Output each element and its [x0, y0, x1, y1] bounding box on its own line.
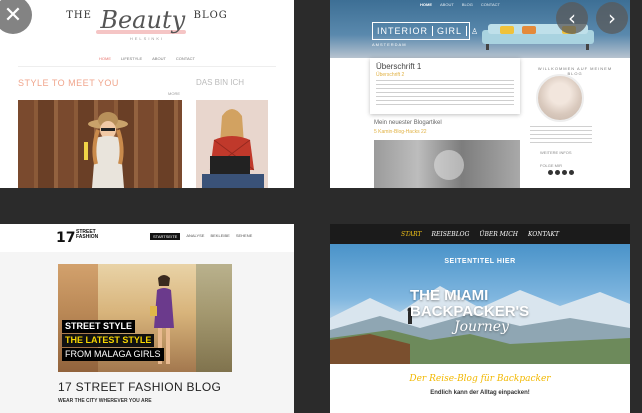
card-subheading: Überschrift 2	[376, 72, 405, 78]
hero-title-line-1: THE MIAMI	[410, 287, 489, 304]
tagline-area: Der Reise-Blog für Backpacker Endlich ka…	[330, 364, 630, 413]
sidebar-label: WILLKOMMEN AUF MEINEM BLOG	[530, 66, 620, 76]
hero-title-line-2: BACKPACKER'S	[410, 303, 530, 320]
nav-item-blog: BLOG	[461, 2, 473, 7]
blog-title: 17 STREET FASHION BLOG	[58, 380, 222, 394]
more-link: MORE	[168, 91, 180, 96]
logo-the: THE	[66, 10, 92, 21]
sidebar-welcome: WILLKOMMEN AUF MEINEM BLOG	[537, 66, 613, 76]
section-heading-left: STYLE TO MEET YOU	[18, 78, 119, 88]
nav-item-reiseblog: REISEBLOG	[431, 230, 470, 238]
nav-menu: HOME LIFESTYLE ABOUT CONTACT	[0, 56, 294, 61]
tagline: HELSINKI	[129, 36, 165, 41]
blog-subtitle: WEAR THE CITY WHEREVER YOU ARE	[58, 398, 152, 404]
nav-item-4: SEHENE	[235, 233, 253, 238]
chevron-right-icon[interactable]: ›	[596, 2, 628, 34]
thumbnail-street-fashion[interactable]: 17 STREET FASHION STARTSEITE ANALYSE BEK…	[0, 224, 294, 413]
tagline-bold: Endlich kann der Alltag einpacken!	[430, 390, 530, 396]
nav-item-about: ABOUT	[152, 56, 166, 61]
post-photo	[374, 140, 520, 188]
social-icon	[555, 170, 560, 175]
banner-tag-street-style: STREET STYLE	[62, 320, 136, 333]
brand-logo: INTERIOR GIRL ♙	[372, 22, 478, 40]
woman-with-hat-illustration	[84, 112, 128, 188]
social-icon	[562, 170, 567, 175]
banner-tag-latest-style: THE LATEST STYLE	[62, 334, 155, 347]
brand-subtitle: AMSTERDAM	[372, 42, 407, 47]
photo-woman-laptop	[196, 100, 268, 188]
logo-text: STREET FASHION	[76, 229, 99, 240]
nav-item-3: BEKLEIBE	[210, 233, 230, 238]
thumbnail-miami-backpacker[interactable]: START REISEBLOG ÜBER MICH KONTAKT SEITEN…	[330, 224, 630, 413]
nav-item-start: STARTSEITE	[150, 233, 181, 240]
thumbnail-beauty-blog[interactable]: THE Beauty BLOG HELSINKI HOME LIFESTYLE …	[0, 0, 294, 188]
nav-item-home: HOME	[99, 56, 112, 61]
chevron-left-icon[interactable]: ‹	[556, 2, 588, 34]
content-card: Überschrift 1 Überschrift 2	[370, 58, 520, 114]
tagline-script: Der Reise-Blog für Backpacker	[409, 374, 551, 384]
page-title: SEITENTITEL HIER	[444, 258, 516, 265]
image-grid: THE Beauty BLOG HELSINKI HOME LIFESTYLE …	[0, 0, 642, 413]
person-icon: ♙	[471, 26, 480, 36]
card-heading: Überschrift 1	[376, 62, 422, 71]
divider	[18, 66, 276, 67]
brand-interior: INTERIOR	[373, 26, 434, 36]
logo-beauty: Beauty	[100, 6, 186, 34]
avatar	[536, 74, 584, 122]
social-icon	[548, 170, 553, 175]
logo-number: 17	[56, 230, 76, 246]
top-nav: HOME ABOUT BLOG CONTACT	[420, 2, 500, 7]
hero-title-script: Journey	[454, 319, 509, 335]
social-icon	[569, 170, 574, 175]
nav-item-kontakt: KONTAKT	[528, 230, 559, 238]
nav-item-start: START	[401, 230, 422, 238]
sidebar-text	[530, 126, 592, 146]
post-title: Mein neuester Blogartikel	[374, 120, 442, 126]
sidebar-follow: FOLGE MIR	[540, 163, 563, 168]
banner-tag-malaga: FROM MALAGA GIRLS	[62, 348, 164, 361]
nav-item-about: ABOUT	[440, 2, 454, 7]
brand-girl: GIRL	[433, 26, 468, 36]
post-meta: 5 Kamin-Blog-Hacks 22	[374, 129, 427, 135]
nav-item-contact: CONTACT	[175, 56, 195, 61]
nav-item-2: ANALYSE	[186, 233, 205, 238]
nav-item-ueber-mich: ÜBER MICH	[479, 230, 519, 238]
section-heading-right: DAS BIN ICH	[196, 78, 245, 87]
nav-item-home: HOME	[420, 2, 432, 7]
logo-blog: BLOG	[193, 10, 228, 21]
site-nav: STARTSEITE ANALYSE BEKLEIBE SEHENE	[150, 233, 252, 240]
sidebar-more-info: WEITERE INFOS	[540, 150, 572, 155]
card-body-text	[376, 80, 514, 108]
nav-item-contact: CONTACT	[480, 2, 500, 7]
nav-item-lifestyle: LIFESTYLE	[121, 56, 143, 61]
top-nav: START REISEBLOG ÜBER MICH KONTAKT	[330, 224, 630, 244]
social-icons	[548, 170, 574, 175]
thumbnail-interior-girl[interactable]: HOME ABOUT BLOG CONTACT INTERIOR GIRL ♙ …	[330, 0, 630, 188]
logo-beauty-blog: THE Beauty BLOG	[0, 6, 294, 34]
